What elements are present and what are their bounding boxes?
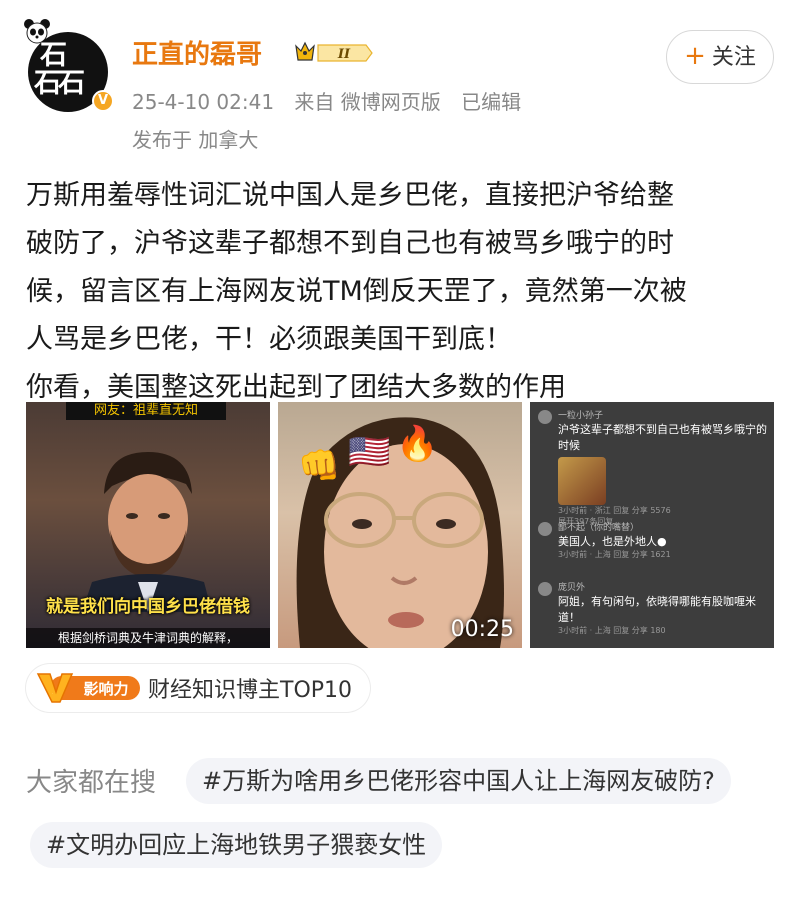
trending-tag[interactable]: #文明办回应上海地铁男子猥亵女性 [30,822,443,868]
post-text-line: 万斯用羞辱性词汇说中国人是乡巴佬，直接把沪爷给整 [26,180,674,211]
post-body: 万斯用羞辱性词汇说中国人是乡巴佬，直接把沪爷给整 破防了，沪爷这辈子都想不到自己… [26,172,776,412]
comment-item: 庞贝外 阿姐，有句闲句，依晓得哪能有股咖喱米道！ 3小时前 · 上海 回复 分享… [538,580,770,636]
image-main-caption: 就是我们向中国乡巴佬借钱 [46,597,250,617]
image-top-caption: 网友：祖辈直无知 [66,402,226,420]
commenter-avatar [538,522,552,536]
comments-screenshot-image[interactable]: 一粒小孙子 沪爷这辈子都想不到自己也有被骂乡哦宁的时候 3小时前 · 浙江 回复… [530,402,774,648]
comment-item: 鄙不起（你的嘴替） 美国人，也是外地人● 3小时前 · 上海 回复 分享 162… [538,520,770,560]
image-sub-caption: 根据剑桥词典及牛津词典的解释， [26,628,270,648]
comment-meta: 3小时前 · 浙江 回复 分享 5576 [558,506,671,515]
opera-sticker-image [558,457,606,505]
comment-text: 阿姐，有句闲句，依晓得哪能有股咖喱米道！ [558,595,756,624]
follow-label: 关注 [711,45,756,70]
avatar[interactable]: 石 石石 V [22,18,114,112]
commenter-avatar [538,582,552,596]
svg-text:II: II [337,47,351,62]
commenter-avatar [538,410,552,424]
comment-text: 美国人，也是外地人● [558,535,667,548]
plus-icon: + [684,41,706,71]
commenter-name: 一粒小孙子 [558,411,604,421]
influence-badge[interactable]: V 影响力 财经知识博主TOP10 [26,664,371,712]
fist-emoji-icon: 👊 [298,446,341,486]
username[interactable]: 正直的磊哥 [132,34,262,71]
timestamp: 25-4-10 02:41 [132,90,275,114]
video-thumbnail[interactable]: 👊 🇺🇸 🔥 00:25 [278,402,522,648]
location: 发布于 加拿大 [132,128,259,152]
post-text-line: 候，留言区有上海网友说TM倒反天罡了，竟然第一次被 [26,276,687,307]
image-jd-vance[interactable]: 网友：祖辈直无知 就是我们向中国乡巴佬借钱 根据剑桥词典及牛津词典的解释， [26,402,270,648]
video-duration: 00:25 [450,617,514,642]
comment-text: 沪爷这辈子都想不到自己也有被骂乡哦宁的时候 [558,423,767,452]
fire-emoji-icon: 🔥 [396,424,439,464]
commenter-name: 庞贝外 [558,583,586,593]
edited-label[interactable]: 已编辑 [461,90,521,114]
follow-button[interactable]: + 关注 [666,30,774,84]
us-flag-emoji-icon: 🇺🇸 [348,432,391,472]
comment-meta: 3小时前 · 上海 回复 分享 180 [558,626,666,635]
comment-meta: 3小时前 · 上海 回复 分享 1621 [558,550,671,559]
svg-text:影响力: 影响力 [83,680,128,698]
post-text-line: 破防了，沪爷这辈子都想不到自己也有被骂乡哦宁的时 [26,228,674,259]
image-grid: 网友：祖辈直无知 就是我们向中国乡巴佬借钱 根据剑桥词典及牛津词典的解释， 👊 … [26,402,774,648]
comment-item: 一粒小孙子 沪爷这辈子都想不到自己也有被骂乡哦宁的时候 3小时前 · 浙江 回复… [538,408,770,527]
commenter-name: 鄙不起（你的嘴替） [558,523,640,533]
avatar-logo-bottom: 石石 [34,68,85,99]
man-portrait-image [82,452,212,612]
verified-icon: V [92,90,114,112]
post-text-line: 人骂是乡巴佬，干！必须跟美国干到底！ [26,324,512,355]
post-header: 石 石石 V 正直的磊哥 II 25-4-10 02:41 来自 微博网页版 已… [0,0,800,160]
influence-text: 财经知识博主TOP10 [148,678,353,703]
trending-search-label: 大家都在搜 [26,768,157,798]
trending-tag[interactable]: #万斯为啥用乡巴佬形容中国人让上海网友破防? [186,758,731,804]
source: 来自 微博网页版 [294,90,441,114]
post-meta: 25-4-10 02:41 来自 微博网页版 已编辑 [132,86,535,115]
influence-v-icon: V 影响力 [36,673,140,703]
vip-crown-badge-icon[interactable]: II [292,40,374,66]
avatar-logo-top: 石 [40,40,67,71]
